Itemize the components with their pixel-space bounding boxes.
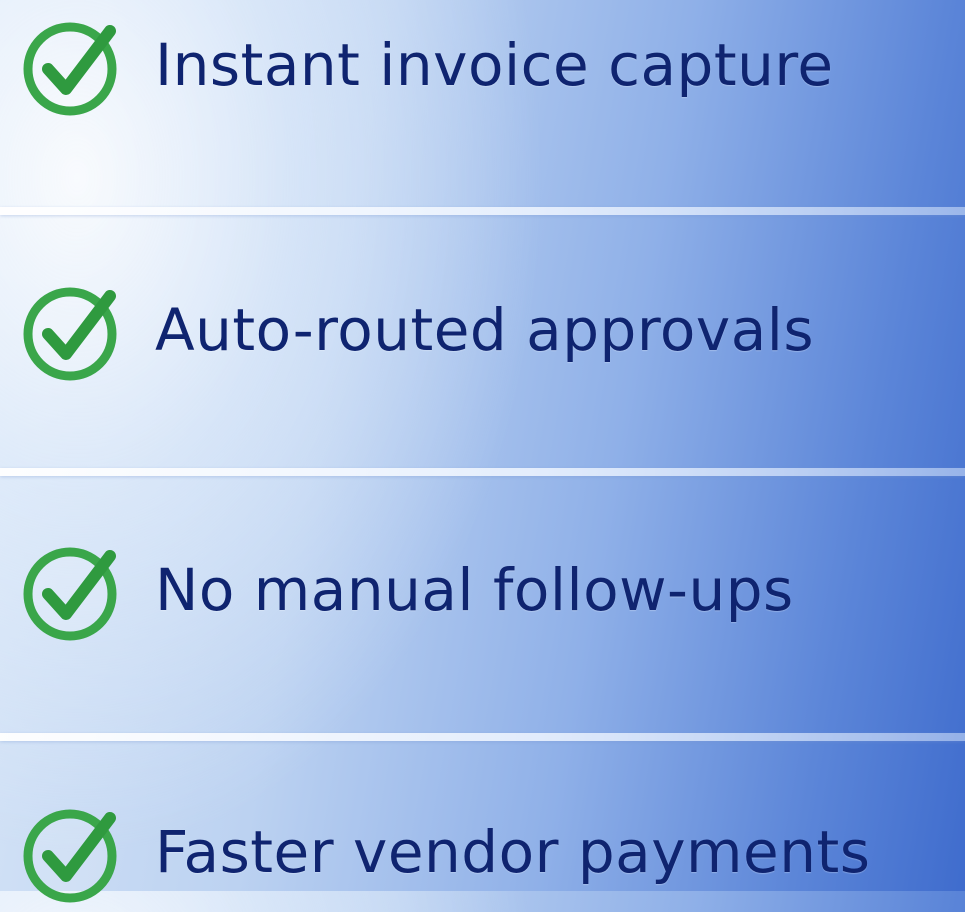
check-circle-icon [18, 274, 130, 386]
divider [0, 207, 965, 215]
feature-label: Instant invoice capture [155, 31, 834, 99]
feature-item: Instant invoice capture [0, 5, 965, 125]
check-circle-icon [18, 534, 130, 646]
divider [0, 468, 965, 476]
divider [0, 733, 965, 741]
feature-label: Auto-routed approvals [155, 296, 815, 364]
feature-label: Faster vendor payments [155, 818, 871, 886]
feature-list: Instant invoice capture Auto-routed appr… [0, 0, 965, 903]
feature-item: Auto-routed approvals [0, 270, 965, 390]
feature-item: Faster vendor payments [0, 792, 965, 912]
feature-item: No manual follow-ups [0, 530, 965, 650]
feature-label: No manual follow-ups [155, 556, 794, 624]
check-circle-icon [18, 9, 130, 121]
check-circle-icon [18, 796, 130, 908]
